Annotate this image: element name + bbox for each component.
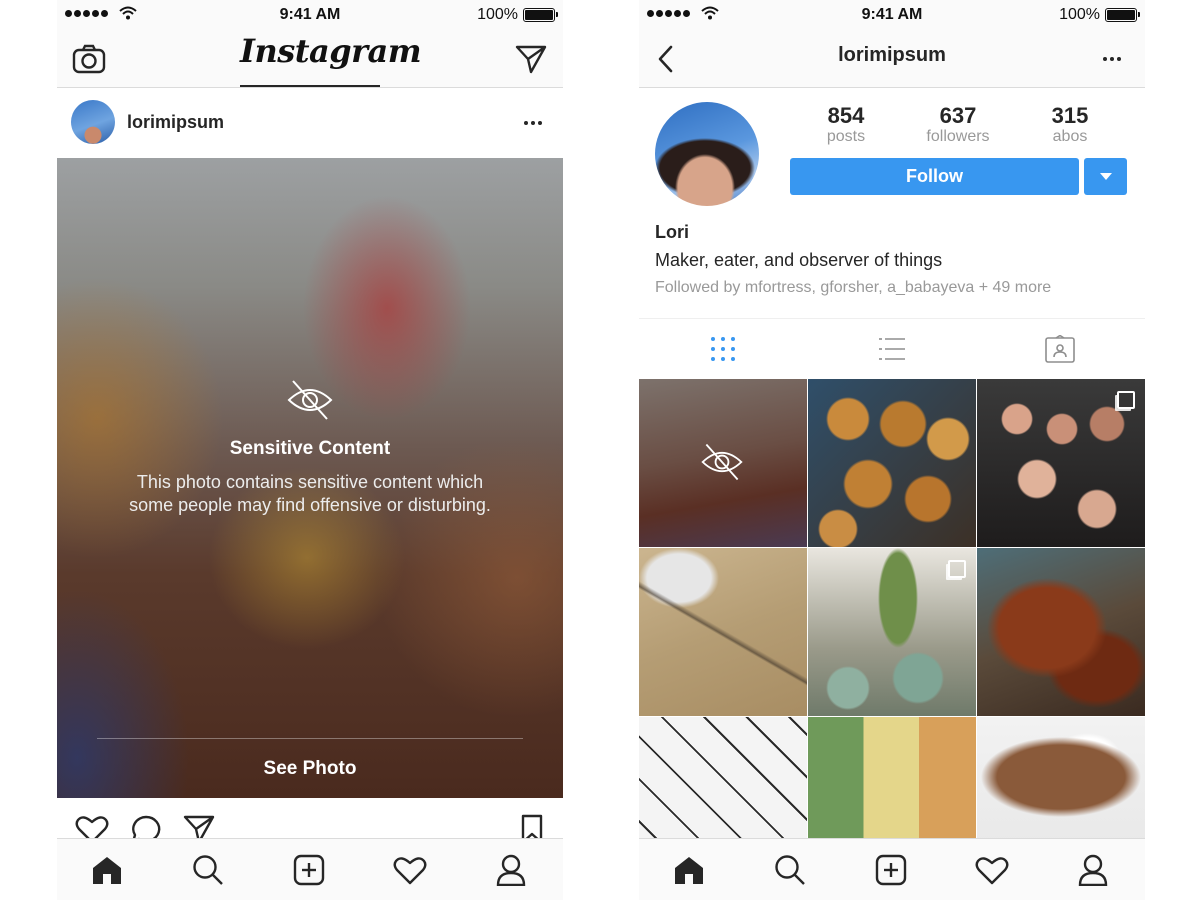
- post-image-blurred: Sensitive Content This photo contains se…: [57, 158, 563, 798]
- profile-username: lorimipsum: [838, 44, 946, 66]
- profile-avatar[interactable]: [655, 102, 759, 206]
- heart-icon[interactable]: [975, 853, 1009, 887]
- grid-photo[interactable]: [977, 548, 1145, 716]
- sensitive-title: Sensitive Content: [229, 438, 391, 459]
- followed-by[interactable]: Followed by mfortress, gforsher, a_babay…: [655, 279, 1051, 297]
- search-icon[interactable]: [773, 853, 807, 887]
- tab-bar: [57, 838, 563, 900]
- home-icon[interactable]: [672, 853, 706, 887]
- stat-followers[interactable]: 637 followers: [908, 104, 1008, 146]
- tagged-icon[interactable]: [1045, 334, 1075, 364]
- stat-posts-value: 854: [827, 103, 865, 128]
- logo-underline: [240, 85, 380, 87]
- multiple-photos-icon: [1117, 391, 1135, 409]
- battery-percent: 100%: [477, 6, 518, 23]
- post-username[interactable]: lorimipsum: [127, 112, 224, 133]
- post-header: lorimipsum: [57, 88, 563, 158]
- stat-followers-value: 637: [939, 103, 977, 128]
- suggestions-dropdown-button[interactable]: [1084, 158, 1127, 195]
- feed-screen: 9:41 AM 100% Instagram lorimipsum Sensit…: [57, 0, 563, 900]
- sensitive-description: This photo contains sensitive content wh…: [97, 471, 523, 517]
- sensitive-desc-line2: some people may find offensive or distur…: [129, 495, 491, 515]
- photo-grid: [639, 379, 1145, 885]
- profile-bio: Maker, eater, and observer of things: [655, 250, 943, 270]
- app-logo: Instagram: [240, 32, 422, 70]
- grid-view-icon[interactable]: [708, 334, 738, 364]
- stat-posts[interactable]: 854 posts: [796, 104, 896, 146]
- stat-posts-label: posts: [826, 128, 866, 145]
- caret-down-icon: [1099, 173, 1112, 180]
- camera-icon[interactable]: [71, 30, 107, 88]
- heart-icon[interactable]: [393, 853, 427, 887]
- post-actions: [57, 810, 563, 844]
- battery-percent: 100%: [1059, 6, 1100, 23]
- status-bar: 9:41 AM 100%: [639, 0, 1145, 30]
- stat-following-label: abos: [1052, 128, 1088, 145]
- tab-bar: [639, 838, 1145, 900]
- avatar[interactable]: [71, 100, 115, 144]
- grid-photo[interactable]: [808, 379, 976, 547]
- grid-photo-sensitive[interactable]: [639, 379, 807, 547]
- follow-button[interactable]: Follow: [790, 158, 1079, 195]
- profile-navbar: lorimipsum: [639, 30, 1145, 88]
- eye-slash-icon: [287, 380, 333, 420]
- stat-following[interactable]: 315 abos: [1020, 104, 1120, 146]
- add-icon[interactable]: [292, 853, 326, 887]
- more-options-icon[interactable]: [524, 121, 542, 125]
- feed-navbar: Instagram: [57, 30, 563, 88]
- home-icon[interactable]: [90, 853, 124, 887]
- add-icon[interactable]: [874, 853, 908, 887]
- status-bar: 9:41 AM 100%: [57, 0, 563, 30]
- divider: [639, 318, 1145, 319]
- list-view-icon[interactable]: [877, 334, 907, 364]
- paper-plane-icon[interactable]: [513, 30, 549, 88]
- profile-icon[interactable]: [1076, 853, 1110, 887]
- more-options-icon[interactable]: [1103, 57, 1121, 61]
- battery-icon: [1105, 8, 1140, 22]
- grid-photo[interactable]: [808, 548, 976, 716]
- search-icon[interactable]: [191, 853, 225, 887]
- stat-following-value: 315: [1051, 103, 1089, 128]
- profile-icon[interactable]: [494, 853, 528, 887]
- divider: [97, 738, 523, 739]
- grid-photo[interactable]: [639, 548, 807, 716]
- eye-slash-icon: [701, 443, 743, 481]
- profile-screen: 9:41 AM 100% lorimipsum 854 posts 637 fo…: [639, 0, 1145, 900]
- stat-followers-label: followers: [926, 128, 990, 145]
- multiple-photos-icon: [948, 560, 966, 578]
- see-photo-button[interactable]: See Photo: [57, 758, 563, 780]
- sensitive-desc-line1: This photo contains sensitive content wh…: [136, 472, 484, 492]
- grid-photo[interactable]: [977, 379, 1145, 547]
- profile-name: Lori: [655, 222, 689, 242]
- battery-icon: [523, 8, 558, 22]
